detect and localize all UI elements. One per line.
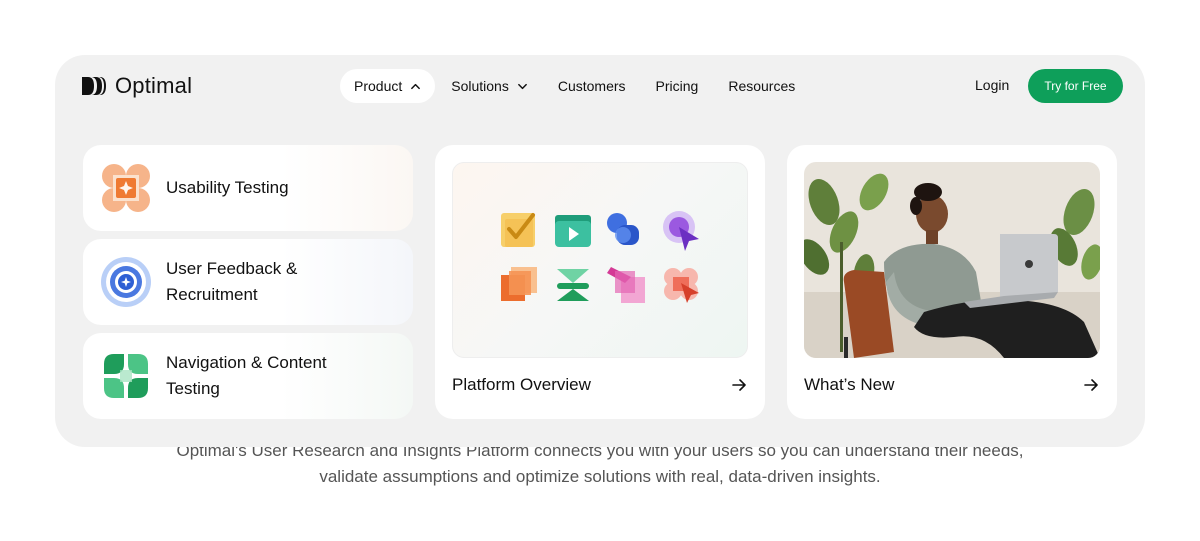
platform-overview-card[interactable]: Platform Overview xyxy=(435,145,765,419)
product-card-user-feedback[interactable]: User Feedback & Recruitment xyxy=(83,239,413,325)
nav-item-label: Resources xyxy=(728,78,796,94)
main-nav: Product Solutions Customers Pricing Reso… xyxy=(340,69,811,103)
logo-wordmark: Optimal xyxy=(115,73,193,98)
chevron-up-icon xyxy=(411,83,421,89)
click-target-icon xyxy=(663,211,699,251)
checkbox-icon xyxy=(501,213,535,247)
product-card-label: Navigation & Content Testing xyxy=(166,353,327,398)
arrow-right-icon xyxy=(1084,379,1098,391)
prototype-test-icon xyxy=(664,268,699,303)
hero-description-line-2: validate assumptions and optimize soluti… xyxy=(319,467,881,486)
product-mega-menu: Optimal Product Solutions Customers Pric… xyxy=(55,55,1145,447)
user-feedback-icon xyxy=(101,257,151,307)
product-icons-grid xyxy=(501,211,699,303)
card-sorting-icon xyxy=(501,267,537,301)
nav-item-customers[interactable]: Customers xyxy=(544,69,640,103)
whats-new-label: What’s New xyxy=(804,375,895,394)
platform-overview-label: Platform Overview xyxy=(452,375,591,394)
optimal-logo-icon xyxy=(82,77,106,95)
product-card-label: Usability Testing xyxy=(166,178,289,197)
nav-item-label: Customers xyxy=(557,78,626,94)
try-for-free-button[interactable]: Try for Free xyxy=(1028,69,1123,103)
nav-item-pricing[interactable]: Pricing xyxy=(642,69,713,103)
navigation-testing-icon xyxy=(104,354,148,398)
whats-new-card[interactable]: What’s New xyxy=(787,145,1117,419)
nav-item-solutions[interactable]: Solutions xyxy=(437,69,542,103)
tree-testing-icon xyxy=(557,269,589,301)
video-play-icon xyxy=(555,215,591,247)
first-click-icon xyxy=(607,267,645,303)
product-card-label: User Feedback & Recruitment xyxy=(166,259,298,304)
nav-item-label: Pricing xyxy=(655,78,699,94)
arrow-right-icon xyxy=(732,379,746,391)
nav-item-label: Solutions xyxy=(451,78,509,94)
login-link[interactable]: Login xyxy=(975,77,1009,93)
product-card-usability-testing[interactable]: Usability Testing xyxy=(83,145,413,231)
platform-overview-illustration xyxy=(452,162,748,358)
nav-item-product[interactable]: Product xyxy=(340,69,436,103)
product-card-navigation-testing[interactable]: Navigation & Content Testing xyxy=(83,333,413,419)
chevron-down-icon xyxy=(517,83,527,89)
usability-testing-icon xyxy=(102,164,150,212)
whats-new-photo xyxy=(804,162,1100,358)
nav-item-label: Product xyxy=(354,78,403,94)
woman-with-laptop-image xyxy=(804,162,1100,358)
optimal-logo[interactable]: Optimal xyxy=(82,73,192,99)
chat-bubbles-icon xyxy=(607,213,639,245)
nav-item-resources[interactable]: Resources xyxy=(714,69,809,103)
